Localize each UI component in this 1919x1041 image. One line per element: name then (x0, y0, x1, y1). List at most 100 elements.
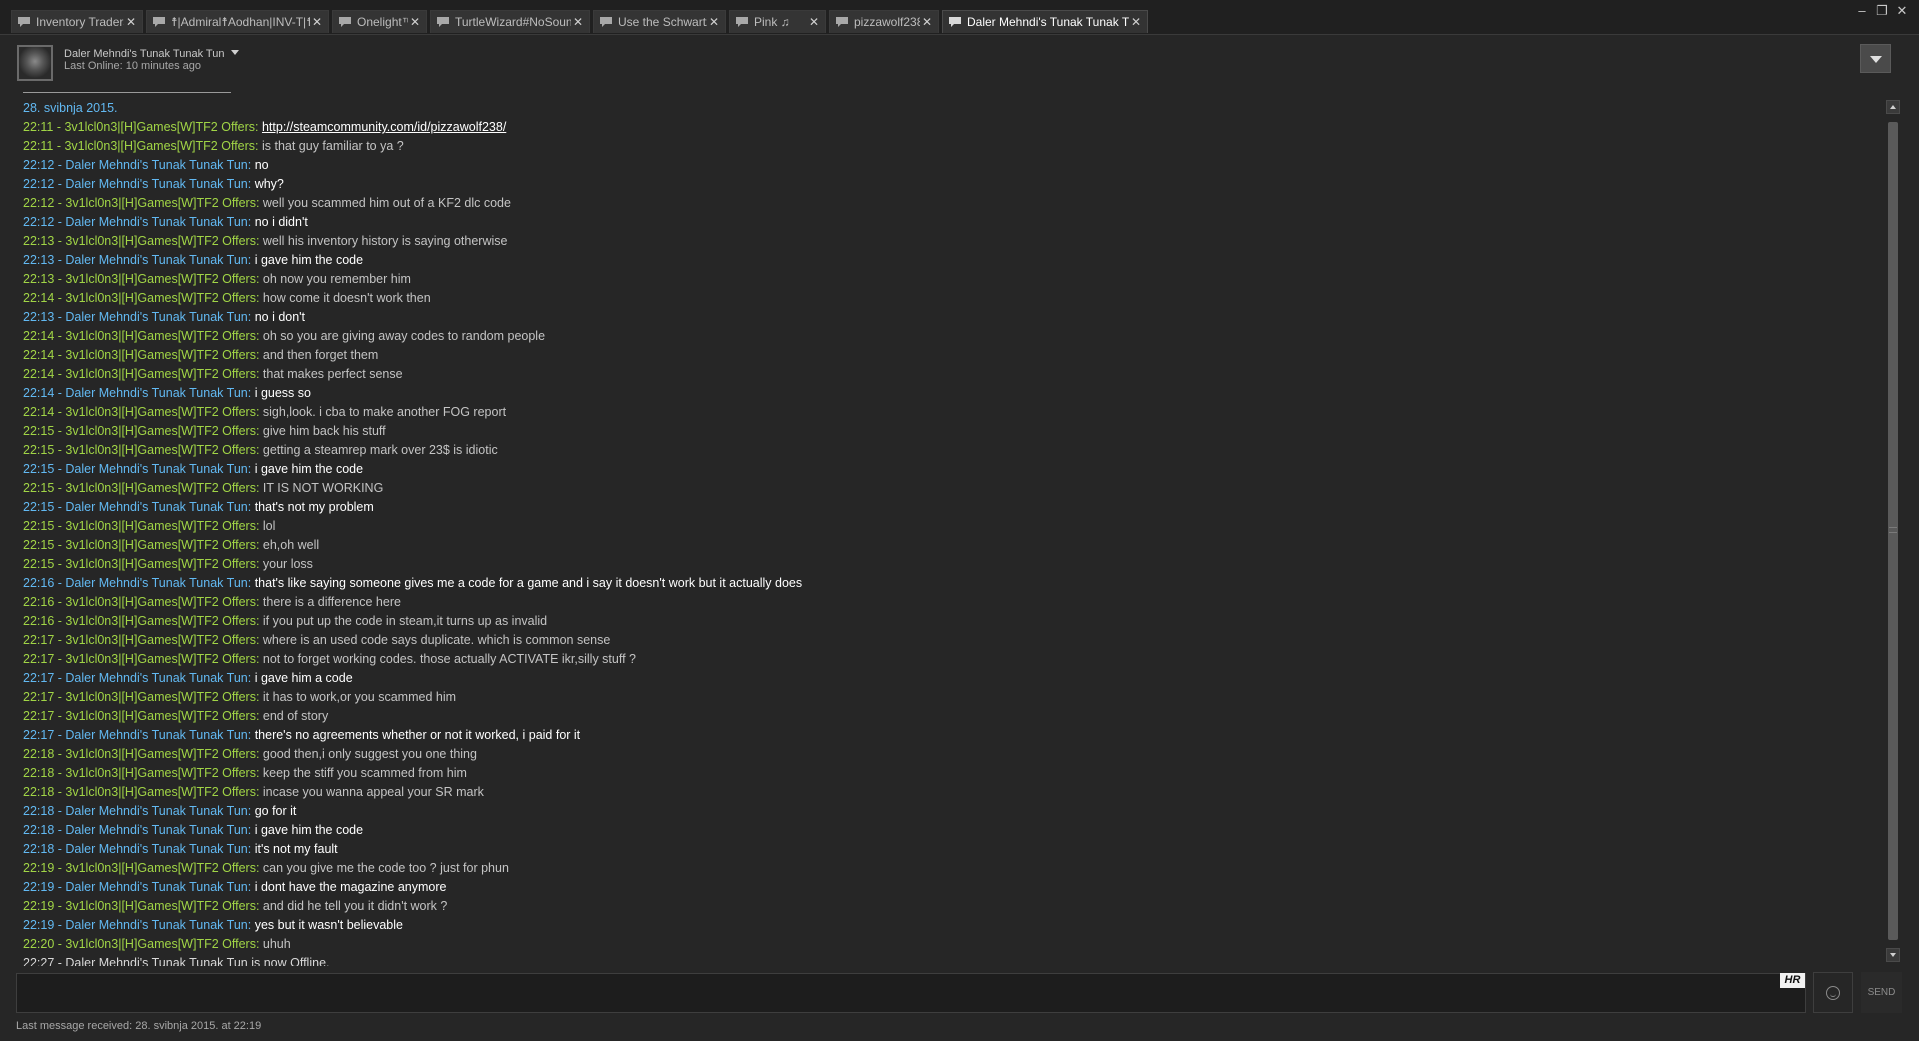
close-icon[interactable]: ✕ (124, 15, 138, 29)
close-icon[interactable]: ✕ (408, 15, 422, 29)
message-sender: 22:19 - Daler Mehndi's Tunak Tunak Tun: (23, 918, 255, 932)
message-sender: 22:15 - 3v1lcl0n3|[H]Games[W]TF2 Offers: (23, 424, 263, 438)
message-text: and did he tell you it didn't work ? (262, 899, 448, 913)
message-input[interactable] (16, 973, 1806, 1013)
scroll-down-button[interactable] (1886, 948, 1900, 962)
tab-chat[interactable]: Daler Mehndi's Tunak Tunak Tun ✕ (942, 10, 1148, 33)
chat-bubble-icon (736, 17, 748, 27)
message-sender: 22:18 - 3v1lcl0n3|[H]Games[W]TF2 Offers: (23, 766, 263, 780)
tab-chat[interactable]: Inventory Traders ✕ (11, 10, 143, 33)
chevron-down-icon[interactable] (231, 50, 239, 55)
chat-message: 22:14 - 3v1lcl0n3|[H]Games[W]TF2 Offers:… (23, 289, 1873, 308)
message-sender: 22:13 - 3v1lcl0n3|[H]Games[W]TF2 Offers: (23, 234, 263, 248)
chat-message: 22:14 - 3v1lcl0n3|[H]Games[W]TF2 Offers:… (23, 403, 1873, 422)
chat-header: Daler Mehndi's Tunak Tunak Tun Last Onli… (0, 34, 1919, 89)
tab-chat[interactable]: pizzawolf238 ✕ (829, 10, 939, 33)
tab-label: ☨|Admiral☨Aodhan|INV-T|☨ (171, 15, 310, 29)
emoticon-button[interactable] (1813, 972, 1853, 1013)
message-text: good then,i only suggest you one thing (262, 747, 477, 761)
last-message-status: Last message received: 28. svibnja 2015.… (16, 1020, 262, 1032)
tab-chat[interactable]: ☨|Admiral☨Aodhan|INV-T|☨ ✕ (146, 10, 329, 33)
scroll-thumb[interactable] (1888, 122, 1898, 940)
chat-message: 22:17 - 3v1lcl0n3|[H]Games[W]TF2 Offers:… (23, 650, 1873, 669)
message-list: 28. svibnja 2015. 22:11 - 3v1lcl0n3|[H]G… (23, 99, 1873, 966)
system-message: 22:27 - Daler Mehndi's Tunak Tunak Tun i… (23, 956, 330, 966)
tab-label: Daler Mehndi's Tunak Tunak Tun (967, 15, 1129, 29)
message-sender: 22:15 - 3v1lcl0n3|[H]Games[W]TF2 Offers: (23, 557, 263, 571)
chat-message: 22:19 - 3v1lcl0n3|[H]Games[W]TF2 Offers:… (23, 859, 1873, 878)
message-text: well you scammed him out of a KF2 dlc co… (262, 196, 511, 210)
maximize-button[interactable]: ❐ (1875, 3, 1889, 19)
chat-options-button[interactable] (1860, 44, 1891, 73)
message-text: i gave him a code (254, 671, 353, 685)
message-sender: 22:15 - Daler Mehndi's Tunak Tunak Tun: (23, 500, 255, 514)
tab-chat[interactable]: Use the Schwartz ✕ (593, 10, 726, 33)
message-text: that's like saying someone gives me a co… (254, 576, 803, 590)
tab-label: Onelight™ (357, 15, 408, 29)
friend-status: Last Online: 10 minutes ago (64, 60, 201, 72)
chat-message: 22:18 - Daler Mehndi's Tunak Tunak Tun: … (23, 840, 1873, 859)
avatar[interactable] (17, 45, 53, 81)
chat-message: 22:12 - Daler Mehndi's Tunak Tunak Tun: … (23, 213, 1873, 232)
chat-message: 22:16 - 3v1lcl0n3|[H]Games[W]TF2 Offers:… (23, 612, 1873, 631)
message-text: it has to work,or you scammed him (262, 690, 457, 704)
chat-bubble-icon (437, 17, 449, 27)
chat-message: 22:19 - 3v1lcl0n3|[H]Games[W]TF2 Offers:… (23, 897, 1873, 916)
message-text: keep the stiff you scammed from him (262, 766, 467, 780)
chat-message: 22:17 - Daler Mehndi's Tunak Tunak Tun: … (23, 669, 1873, 688)
chat-scrollbar[interactable] (1886, 100, 1900, 964)
message-sender: 22:14 - 3v1lcl0n3|[H]Games[W]TF2 Offers: (23, 291, 263, 305)
message-sender: 22:20 - 3v1lcl0n3|[H]Games[W]TF2 Offers: (23, 937, 263, 951)
friend-name[interactable]: Daler Mehndi's Tunak Tunak Tun (64, 48, 224, 60)
message-text: there is a difference here (262, 595, 401, 609)
message-text: where is an used code says duplicate. wh… (262, 633, 611, 647)
close-icon[interactable]: ✕ (310, 15, 324, 29)
tab-chat[interactable]: Pink ♫ ✕ (729, 10, 826, 33)
minimize-button[interactable]: – (1855, 3, 1869, 19)
close-icon[interactable]: ✕ (571, 15, 585, 29)
message-text: i gave him the code (254, 823, 364, 837)
message-text: that's not my problem (254, 500, 374, 514)
close-icon[interactable]: ✕ (807, 15, 821, 29)
chat-message: 22:16 - 3v1lcl0n3|[H]Games[W]TF2 Offers:… (23, 593, 1873, 612)
chat-message: 22:17 - 3v1lcl0n3|[H]Games[W]TF2 Offers:… (23, 688, 1873, 707)
arrow-up-icon (1890, 105, 1896, 109)
chat-message: 22:12 - Daler Mehndi's Tunak Tunak Tun: … (23, 156, 1873, 175)
message-text: not to forget working codes. those actua… (262, 652, 636, 666)
message-link[interactable]: http://steamcommunity.com/id/pizzawolf23… (262, 120, 506, 134)
message-sender: 22:16 - 3v1lcl0n3|[H]Games[W]TF2 Offers: (23, 595, 263, 609)
send-button[interactable]: SEND (1861, 972, 1902, 1013)
message-text: it's not my fault (254, 842, 338, 856)
message-sender: 22:14 - 3v1lcl0n3|[H]Games[W]TF2 Offers: (23, 367, 263, 381)
message-text: i gave him the code (254, 253, 364, 267)
chat-message: 22:16 - Daler Mehndi's Tunak Tunak Tun: … (23, 574, 1873, 593)
chat-message: 22:14 - 3v1lcl0n3|[H]Games[W]TF2 Offers:… (23, 365, 1873, 384)
tab-chat[interactable]: TurtleWizard#NoSound ✕ (430, 10, 590, 33)
message-sender: 22:18 - 3v1lcl0n3|[H]Games[W]TF2 Offers: (23, 785, 263, 799)
chat-message: 22:18 - 3v1lcl0n3|[H]Games[W]TF2 Offers:… (23, 783, 1873, 802)
message-text: your loss (262, 557, 313, 571)
scroll-up-button[interactable] (1886, 100, 1900, 114)
message-sender: 22:16 - 3v1lcl0n3|[H]Games[W]TF2 Offers: (23, 614, 263, 628)
arrow-down-icon (1890, 953, 1896, 957)
message-sender: 22:16 - Daler Mehndi's Tunak Tunak Tun: (23, 576, 255, 590)
chat-message: 22:18 - 3v1lcl0n3|[H]Games[W]TF2 Offers:… (23, 764, 1873, 783)
close-icon[interactable]: ✕ (920, 15, 934, 29)
close-icon[interactable]: ✕ (1129, 15, 1143, 29)
tab-chat[interactable]: Onelight™✕ (332, 10, 427, 33)
chat-message: 22:14 - 3v1lcl0n3|[H]Games[W]TF2 Offers:… (23, 327, 1873, 346)
message-sender: 22:15 - 3v1lcl0n3|[H]Games[W]TF2 Offers: (23, 519, 263, 533)
message-text: oh so you are giving away codes to rando… (262, 329, 546, 343)
tab-label: Use the Schwartz (618, 15, 707, 29)
close-window-button[interactable]: ✕ (1895, 3, 1909, 19)
message-text: why? (254, 177, 284, 191)
close-icon[interactable]: ✕ (707, 15, 721, 29)
message-sender: 22:17 - Daler Mehndi's Tunak Tunak Tun: (23, 671, 255, 685)
chat-message: 22:19 - Daler Mehndi's Tunak Tunak Tun: … (23, 916, 1873, 935)
chat-message: 22:18 - Daler Mehndi's Tunak Tunak Tun: … (23, 802, 1873, 821)
message-sender: 22:18 - Daler Mehndi's Tunak Tunak Tun: (23, 804, 255, 818)
chat-message: 22:13 - Daler Mehndi's Tunak Tunak Tun: … (23, 251, 1873, 270)
chat-message: 22:18 - 3v1lcl0n3|[H]Games[W]TF2 Offers:… (23, 745, 1873, 764)
message-sender: 22:14 - 3v1lcl0n3|[H]Games[W]TF2 Offers: (23, 329, 263, 343)
chat-message: 22:15 - 3v1lcl0n3|[H]Games[W]TF2 Offers:… (23, 422, 1873, 441)
